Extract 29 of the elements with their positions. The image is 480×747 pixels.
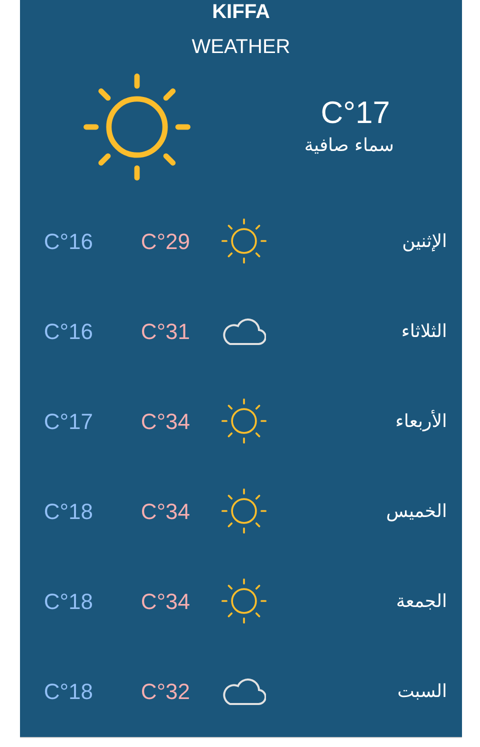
cloud-icon — [222, 676, 266, 706]
cloud-icon — [222, 316, 266, 346]
day-name: الأربعاء — [395, 408, 447, 434]
weather-description: سماء صافية — [304, 134, 394, 158]
day-name: الثلاثاء — [401, 320, 447, 344]
low-temperature: C°18 — [42, 678, 94, 706]
high-temperature: C°29 — [140, 228, 191, 256]
day-name: الخميس — [386, 500, 447, 524]
low-temperature: C°18 — [42, 498, 94, 526]
high-temperature: C°34 — [140, 498, 191, 526]
sun-icon — [221, 218, 267, 264]
current-temperature: C°17 — [320, 95, 390, 131]
high-temperature: C°34 — [140, 588, 191, 616]
day-name: الإثنين — [402, 230, 447, 254]
high-temperature: C°32 — [140, 678, 191, 706]
app-title: WEATHER — [192, 35, 290, 59]
sun-icon — [221, 488, 267, 534]
sun-icon — [83, 73, 191, 181]
sun-icon — [221, 578, 267, 624]
high-temperature: C°31 — [140, 318, 191, 346]
low-temperature: C°18 — [42, 588, 94, 616]
city-name: KIFFA — [212, 0, 270, 24]
day-name: الجمعة — [396, 590, 447, 614]
day-name: السبت — [397, 680, 447, 704]
high-temperature: C°34 — [140, 408, 191, 436]
sun-icon — [221, 398, 267, 444]
low-temperature: C°16 — [42, 318, 94, 346]
low-temperature: C°16 — [42, 228, 94, 256]
low-temperature: C°17 — [42, 408, 94, 436]
